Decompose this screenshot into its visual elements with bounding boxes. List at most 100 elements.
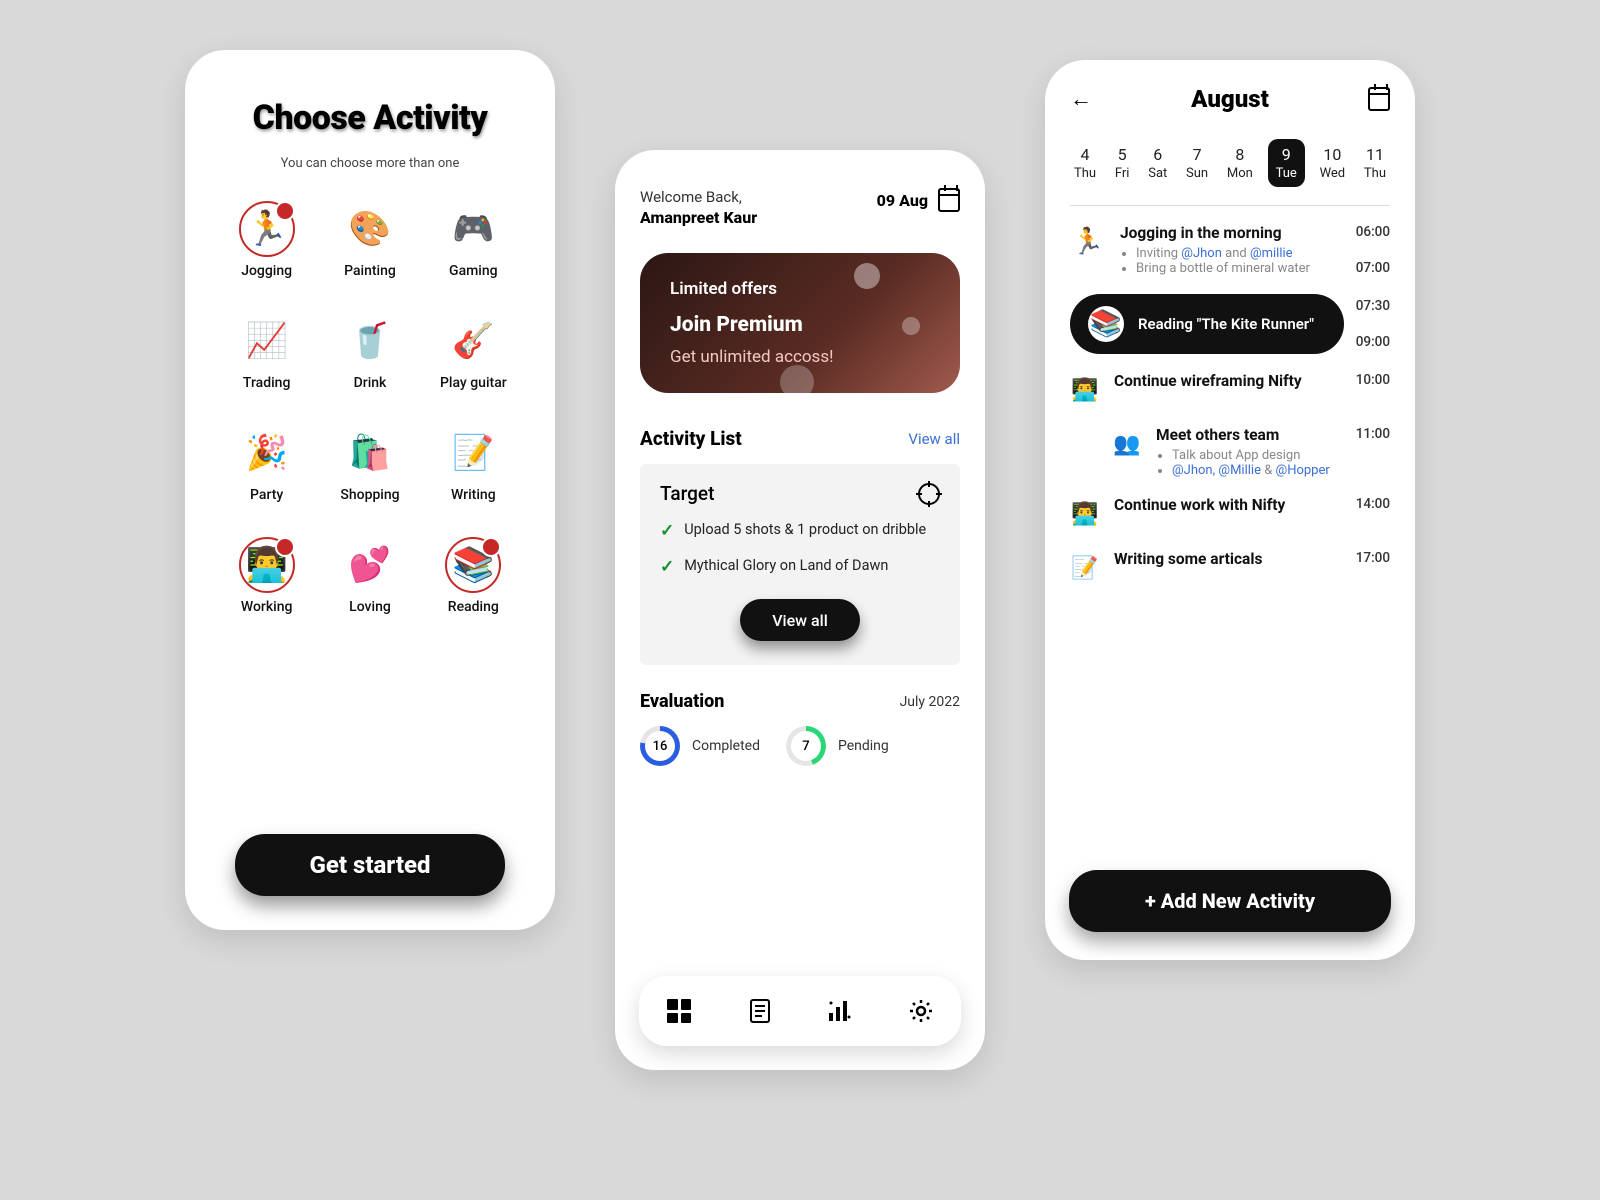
activity-option-drink[interactable]: 🥤 Drink bbox=[323, 313, 416, 391]
evaluation-heading: Evaluation bbox=[640, 691, 724, 712]
agenda-item-meeting[interactable]: 👥 Meet others team Talk about App design… bbox=[1070, 426, 1390, 478]
activity-label: Shopping bbox=[340, 487, 399, 503]
back-icon[interactable]: ← bbox=[1070, 86, 1092, 112]
activity-label: Drink bbox=[354, 375, 387, 391]
nav-list-icon[interactable] bbox=[747, 998, 773, 1024]
screen-calendar: ← August 4Thu5Fri6Sat7Sun8Mon9Tue10Wed11… bbox=[1045, 60, 1415, 960]
view-all-link[interactable]: View all bbox=[908, 430, 960, 448]
day-option[interactable]: 10 Wed bbox=[1316, 139, 1350, 187]
activity-label: Painting bbox=[344, 263, 396, 279]
add-activity-button[interactable]: + Add New Activity bbox=[1069, 870, 1391, 932]
nav-stats-icon[interactable] bbox=[827, 998, 853, 1024]
pending-ring: 7 bbox=[786, 726, 826, 766]
agenda-item-reading[interactable]: 📚 Reading "The Kite Runner" 07:30 09:00 bbox=[1070, 294, 1390, 354]
activity-option-party[interactable]: 🎉Party bbox=[220, 425, 313, 503]
agenda-title: Jogging in the morning bbox=[1120, 224, 1342, 242]
agenda-time: 09:00 bbox=[1356, 334, 1390, 350]
activity-option-jogging[interactable]: 🏃 Jogging bbox=[220, 201, 313, 279]
completed-label: Completed bbox=[692, 738, 760, 754]
agenda-time: 07:30 bbox=[1356, 298, 1390, 314]
day-name: Thu bbox=[1364, 166, 1386, 181]
agenda-item-wireframe[interactable]: 👨‍💻 Continue wireframing Nifty 10:00 bbox=[1070, 372, 1390, 408]
activity-grid: 🏃 Jogging 🎨 Painting 🎮 Gaming 📈 Trading 🥤 Drink 🎸 P… bbox=[210, 201, 530, 615]
day-number: 11 bbox=[1364, 145, 1386, 164]
agenda-list: 🏃 Jogging in the morning Inviting @Jhon … bbox=[1070, 224, 1390, 586]
activity-option-play-guitar[interactable]: 🎸 Play guitar bbox=[427, 313, 520, 391]
team-icon: 👥 bbox=[1112, 426, 1142, 462]
screen-dashboard: Welcome Back, Amanpreet Kaur 09 Aug Limi… bbox=[615, 150, 985, 1070]
activity-option-reading[interactable]: 📚 Reading bbox=[427, 537, 520, 615]
calendar-icon[interactable] bbox=[938, 188, 960, 212]
reading-icon: 📚 bbox=[445, 537, 501, 593]
activity-option-trading[interactable]: 📈 Trading bbox=[220, 313, 313, 391]
evaluation-month: July 2022 bbox=[900, 694, 960, 710]
activity-label: Writing bbox=[451, 487, 496, 503]
premium-promo-card[interactable]: Limited offers Join Premium Get unlimite… bbox=[640, 253, 960, 393]
agenda-item-jogging[interactable]: 🏃 Jogging in the morning Inviting @Jhon … bbox=[1070, 224, 1390, 276]
activity-option-working[interactable]: 👨‍💻 Working bbox=[220, 537, 313, 615]
party-icon: 🎉 bbox=[239, 425, 295, 481]
activity-label: Jogging bbox=[241, 263, 292, 279]
activity-label: Play guitar bbox=[440, 375, 507, 391]
agenda-time: 17:00 bbox=[1356, 550, 1390, 566]
day-option[interactable]: 6 Sat bbox=[1144, 139, 1171, 187]
check-icon: ✓ bbox=[660, 521, 674, 541]
day-number: 10 bbox=[1320, 145, 1346, 164]
target-item-text: Upload 5 shots & 1 product on dribble bbox=[684, 521, 926, 541]
get-started-button[interactable]: Get started bbox=[235, 834, 505, 896]
trading-icon: 📈 bbox=[239, 313, 295, 369]
calendar-icon[interactable] bbox=[1368, 87, 1390, 111]
activity-label: Working bbox=[241, 599, 293, 615]
jogging-icon: 🏃 bbox=[1070, 224, 1106, 260]
activity-label: Loving bbox=[349, 599, 391, 615]
activity-option-writing[interactable]: 📝Writing bbox=[427, 425, 520, 503]
agenda-time: 10:00 bbox=[1356, 372, 1390, 388]
activity-label: Trading bbox=[243, 375, 290, 391]
day-option[interactable]: 9Tue bbox=[1268, 139, 1305, 187]
painting-icon: 🎨 bbox=[342, 201, 398, 257]
gaming-icon: 🎮 bbox=[445, 201, 501, 257]
nav-settings-icon[interactable] bbox=[908, 998, 934, 1024]
day-option[interactable]: 5Fri bbox=[1111, 139, 1134, 187]
pending-label: Pending bbox=[838, 738, 889, 754]
day-name: Thu bbox=[1074, 166, 1096, 181]
agenda-item-work[interactable]: 👨‍💻 Continue work with Nifty 14:00 bbox=[1070, 496, 1390, 532]
day-number: 8 bbox=[1227, 145, 1253, 164]
screen-choose-activity: Choose Activity You can choose more than… bbox=[185, 50, 555, 930]
jogging-icon: 🏃 bbox=[239, 201, 295, 257]
activity-option-loving[interactable]: 💕Loving bbox=[323, 537, 416, 615]
working-icon: 👨‍💻 bbox=[1070, 372, 1100, 408]
writing-icon: 📝 bbox=[1070, 550, 1100, 586]
check-icon: ✓ bbox=[660, 557, 674, 577]
day-name: Wed bbox=[1320, 166, 1346, 181]
drink-icon: 🥤 bbox=[342, 313, 398, 369]
target-title: Target bbox=[660, 482, 714, 505]
nav-home-icon[interactable] bbox=[666, 998, 692, 1024]
bottom-nav bbox=[639, 976, 961, 1046]
reading-icon: 📚 bbox=[1088, 306, 1124, 342]
promo-line1: Limited offers bbox=[670, 279, 930, 299]
activity-option-painting[interactable]: 🎨 Painting bbox=[323, 201, 416, 279]
target-card: Target ✓ Upload 5 shots & 1 product on d… bbox=[640, 464, 960, 665]
day-option[interactable]: 7Sun bbox=[1182, 139, 1212, 187]
activity-label: Gaming bbox=[449, 263, 498, 279]
shopping-icon: 🛍️ bbox=[342, 425, 398, 481]
view-all-button[interactable]: View all bbox=[740, 599, 860, 641]
day-option[interactable]: 4Thu bbox=[1070, 139, 1100, 187]
day-option[interactable]: 8Mon bbox=[1223, 139, 1257, 187]
promo-line3: Get unlimited accoss! bbox=[670, 347, 930, 367]
day-option[interactable]: 11 Thu bbox=[1360, 139, 1390, 187]
agenda-title: Meet others team bbox=[1156, 426, 1342, 444]
play-guitar-icon: 🎸 bbox=[445, 313, 501, 369]
day-name: Sat bbox=[1148, 166, 1167, 181]
day-number: 6 bbox=[1148, 145, 1167, 164]
activity-option-gaming[interactable]: 🎮 Gaming bbox=[427, 201, 520, 279]
target-icon bbox=[918, 483, 940, 505]
agenda-time: 06:00 bbox=[1356, 224, 1390, 240]
activity-option-shopping[interactable]: 🛍️ Shopping bbox=[323, 425, 416, 503]
activity-label: Reading bbox=[448, 599, 499, 615]
working-icon: 👨‍💻 bbox=[239, 537, 295, 593]
working-icon: 👨‍💻 bbox=[1070, 496, 1100, 532]
week-day-picker: 4Thu 5Fri 6 Sat 7Sun 8Mon 9Tue 10 Wed 11 Thu bbox=[1070, 139, 1390, 187]
agenda-item-writing[interactable]: 📝 Writing some articals 17:00 bbox=[1070, 550, 1390, 586]
